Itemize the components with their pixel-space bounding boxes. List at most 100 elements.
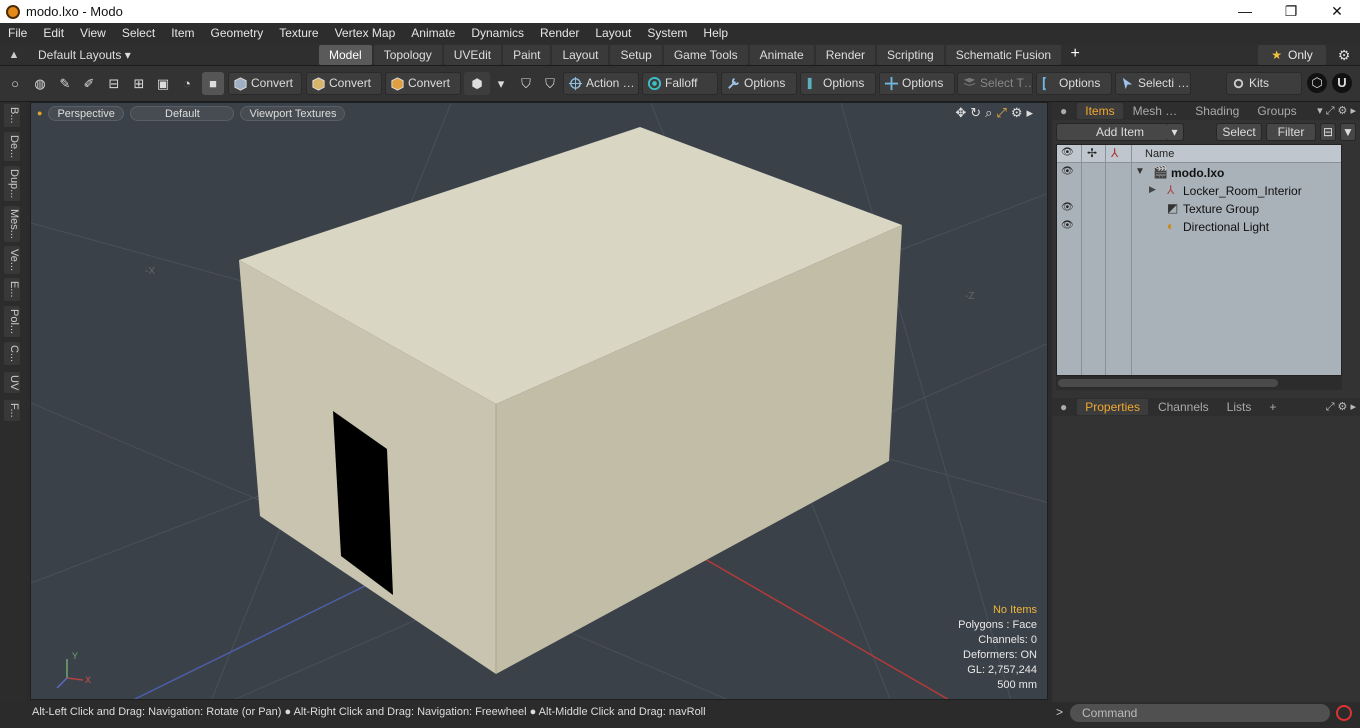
default-layouts-dropdown[interactable]: Default Layouts ▾	[28, 48, 318, 62]
edge-mode-icon[interactable]: ⊟	[103, 72, 125, 95]
locker-room-mesh[interactable]	[239, 127, 902, 674]
tab-game-tools[interactable]: Game Tools	[663, 44, 748, 65]
left-tab-curve[interactable]: C...	[4, 342, 20, 366]
expand-arrow-icon[interactable]: ▶	[1149, 184, 1156, 195]
gear-icon[interactable]: ⚙	[1334, 45, 1354, 65]
add-panel-tab-button[interactable]: +	[1261, 399, 1284, 415]
axis-column-icon[interactable]: ⅄	[1111, 146, 1118, 160]
falloff-button[interactable]: Falloff	[642, 72, 718, 95]
viewport-menu-dot-icon[interactable]: ●	[37, 108, 42, 118]
only-toggle-button[interactable]: ★ Only	[1258, 45, 1326, 65]
tab-scripting[interactable]: Scripting	[877, 44, 944, 65]
modo-cube-icon[interactable]: ⬡	[1307, 73, 1327, 93]
visibility-column-eye-icon[interactable]: 👁	[1061, 147, 1074, 158]
scrollbar-thumb[interactable]	[1058, 379, 1278, 387]
tab-animate[interactable]: Animate	[749, 44, 814, 65]
menu-edit[interactable]: Edit	[35, 23, 72, 44]
tab-model[interactable]: Model	[319, 44, 372, 65]
filter-button[interactable]: Filter	[1266, 123, 1316, 141]
select-button[interactable]: Select	[1216, 123, 1262, 141]
panel-options-icons[interactable]: ⤢ ⚙ ▸	[1326, 400, 1356, 414]
command-input[interactable]: Command	[1070, 704, 1330, 722]
globe-icon[interactable]: ◍	[29, 72, 51, 95]
mesh-preset-icon[interactable]: ⬢	[464, 72, 490, 95]
viewport-expand-icon[interactable]: ▸	[1026, 105, 1033, 121]
menu-help[interactable]: Help	[695, 23, 736, 44]
menu-file[interactable]: File	[0, 23, 35, 44]
menu-texture[interactable]: Texture	[271, 23, 326, 44]
menu-animate[interactable]: Animate	[403, 23, 463, 44]
convert-button-1[interactable]: Convert	[228, 72, 302, 95]
options-button-3[interactable]: Options	[879, 72, 955, 95]
zoom-icon[interactable]: ⌕	[985, 105, 992, 121]
tab-layout[interactable]: Layout	[552, 44, 609, 65]
layout-collapse-icon[interactable]: ▲	[0, 49, 28, 61]
tab-lists[interactable]: Lists	[1219, 399, 1260, 415]
close-button[interactable]: ✕	[1314, 0, 1360, 23]
left-tab-duplicate[interactable]: Dup...	[4, 166, 20, 202]
tab-channels[interactable]: Channels	[1150, 399, 1217, 415]
snap-shield-icon[interactable]: ⛉	[539, 72, 561, 95]
tab-setup[interactable]: Setup	[610, 44, 662, 65]
symmetry-shield-icon[interactable]: ⛉	[515, 72, 537, 95]
menu-vertex-map[interactable]: Vertex Map	[327, 23, 404, 44]
eye-icon[interactable]: 👁	[1061, 166, 1075, 177]
tree-row[interactable]: 👁 ◐ Directional Light	[1057, 218, 1341, 236]
tab-uvedit[interactable]: UVEdit	[443, 44, 502, 65]
left-tab-fusion[interactable]: F...	[4, 400, 20, 421]
action-center-button[interactable]: Action …	[563, 72, 639, 95]
left-tab-mesh-edit[interactable]: Mes...	[4, 206, 20, 242]
chevron-down-icon[interactable]: ▾	[490, 72, 512, 95]
tab-paint[interactable]: Paint	[503, 44, 551, 65]
tab-properties[interactable]: Properties	[1077, 399, 1148, 415]
tree-row[interactable]: ▶ ⅄ Locker_Room_Interior	[1057, 182, 1341, 200]
add-layout-tab-button[interactable]: +	[1062, 44, 1088, 66]
record-macro-icon[interactable]	[1336, 705, 1352, 721]
panel-menu-dot-icon[interactable]: ●	[1052, 399, 1075, 415]
tab-topology[interactable]: Topology	[373, 44, 442, 65]
viewport-textures-button[interactable]: Viewport Textures	[240, 105, 346, 121]
unreal-icon[interactable]: U	[1332, 73, 1352, 93]
cube-mode-icon[interactable]: ■	[202, 72, 224, 95]
left-tab-uv[interactable]: UV	[4, 372, 20, 394]
panel-options-icons[interactable]: ▾ ⤢ ⚙ ▸	[1317, 104, 1356, 118]
menu-item[interactable]: Item	[163, 23, 202, 44]
vertex-mode-icon[interactable]: ○	[4, 72, 26, 95]
tab-shading[interactable]: Shading	[1187, 103, 1247, 119]
viewport-settings-icon[interactable]: ⚙	[1011, 105, 1023, 121]
menu-system[interactable]: System	[639, 23, 695, 44]
selection-button[interactable]: Selecti …	[1115, 72, 1191, 95]
pen-icon[interactable]: ✎	[54, 72, 76, 95]
shading-mode-button[interactable]: Default	[130, 105, 235, 121]
item-mode-icon[interactable]: ◔	[176, 72, 198, 95]
menu-geometry[interactable]: Geometry	[203, 23, 272, 44]
pan-icon[interactable]: ✥	[955, 105, 966, 121]
left-tab-vertex[interactable]: Ve...	[4, 246, 20, 275]
expand-arrow-icon[interactable]: ▼	[1135, 166, 1145, 177]
menu-select[interactable]: Select	[114, 23, 163, 44]
polygon-mode-icon[interactable]: ⊞	[128, 72, 150, 95]
menu-view[interactable]: View	[72, 23, 114, 44]
rotate-icon[interactable]: ↻	[970, 105, 981, 121]
convert-button-2[interactable]: Convert	[306, 72, 382, 95]
menu-dynamics[interactable]: Dynamics	[463, 23, 532, 44]
tree-row[interactable]: 👁 ◩ Texture Group	[1057, 200, 1341, 218]
left-tab-edge[interactable]: E...	[4, 278, 20, 301]
left-tab-deform[interactable]: De...	[4, 132, 20, 162]
maximize-button[interactable]: ❐	[1268, 0, 1314, 23]
name-column-header[interactable]: Name	[1145, 148, 1174, 160]
options-button-4[interactable]: Options	[1036, 72, 1112, 95]
panel-menu-dot-icon[interactable]: ●	[1052, 103, 1075, 119]
material-mode-icon[interactable]: ▣	[152, 72, 174, 95]
eye-icon[interactable]: 👁	[1061, 220, 1075, 231]
3d-viewport[interactable]: -X -Z Y X ● Perspective Default Viewport…	[30, 102, 1048, 700]
kits-button[interactable]: Kits	[1226, 72, 1302, 95]
brush-icon[interactable]: ✐	[78, 72, 100, 95]
tree-row[interactable]: 👁 ▼ 🎬 modo.lxo	[1057, 164, 1341, 182]
select-through-button[interactable]: Select T…	[957, 72, 1033, 95]
add-item-dropdown-icon[interactable]: ▾	[1166, 123, 1184, 141]
tree-horizontal-scrollbar[interactable]	[1056, 376, 1342, 390]
left-tab-polygon[interactable]: Pol...	[4, 306, 20, 338]
tab-schematic-fusion[interactable]: Schematic Fusion	[945, 44, 1062, 65]
convert-button-3[interactable]: Convert	[385, 72, 461, 95]
